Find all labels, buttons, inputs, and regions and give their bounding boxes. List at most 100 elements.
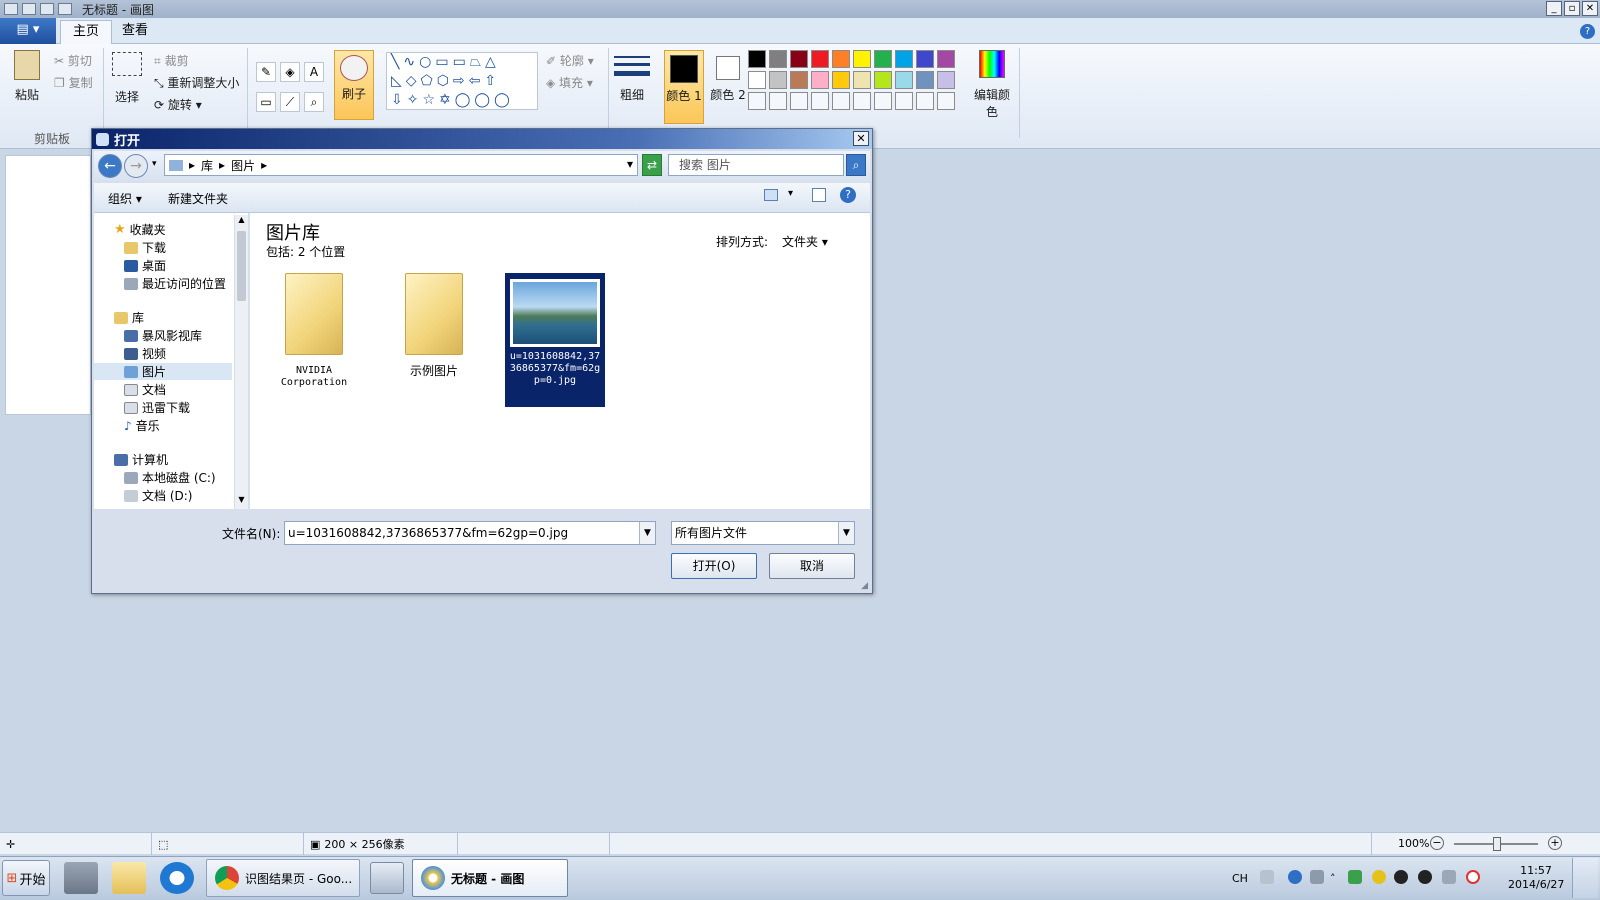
color-swatch[interactable] — [895, 71, 913, 89]
color-swatch[interactable] — [790, 50, 808, 68]
qq-icon[interactable] — [1418, 870, 1432, 884]
custom-color-slot[interactable] — [790, 92, 808, 110]
rotate-button[interactable]: ⟳ 旋转 ▾ — [154, 96, 202, 113]
nav-item-xunlei[interactable]: 迅雷下载 — [124, 399, 190, 416]
forward-button[interactable]: → — [124, 154, 148, 178]
pencil-icon[interactable]: ✎ — [256, 62, 276, 82]
help-icon[interactable]: ? — [1580, 24, 1595, 39]
custom-color-slot[interactable] — [769, 92, 787, 110]
back-button[interactable]: ← — [98, 154, 122, 178]
dialog-close-button[interactable]: ✕ — [853, 131, 869, 146]
fill-bucket-icon[interactable]: ◈ — [280, 62, 300, 82]
filename-dropdown[interactable]: ▼ — [639, 522, 655, 544]
custom-color-slot[interactable] — [874, 92, 892, 110]
breadcrumb-pictures[interactable]: 图片 — [231, 157, 255, 174]
color-swatch[interactable] — [916, 50, 934, 68]
color2-button[interactable]: 颜色 2 — [708, 50, 748, 124]
nav-item-videos[interactable]: 视频 — [124, 345, 166, 362]
sort-dropdown[interactable]: 文件夹 ▾ — [782, 233, 828, 250]
text-icon[interactable]: A — [304, 62, 324, 82]
help-tray-icon[interactable] — [1288, 870, 1302, 884]
scroll-thumb[interactable] — [237, 231, 246, 301]
color1-button[interactable]: 颜色 1 — [664, 50, 704, 124]
close-button[interactable]: ✕ — [1582, 1, 1598, 16]
scroll-up-arrow[interactable]: ▲ — [235, 215, 248, 229]
explorer-icon[interactable] — [112, 862, 146, 894]
filename-input[interactable]: u=1031608842,3736865377&fm=62gp=0.jpg ▼ — [284, 521, 656, 545]
pinned-app-icon[interactable] — [64, 862, 98, 894]
color-swatch[interactable] — [874, 50, 892, 68]
show-desktop-button[interactable] — [1572, 858, 1598, 898]
nav-item-drive-d[interactable]: 文档 (D:) — [124, 487, 192, 504]
fill-button[interactable]: ◈ 填充 ▾ — [546, 74, 593, 91]
custom-color-slot[interactable] — [937, 92, 955, 110]
save-icon[interactable] — [22, 3, 36, 15]
tab-view[interactable]: 查看 — [110, 20, 160, 44]
color-swatch[interactable] — [874, 71, 892, 89]
address-dropdown[interactable]: ▾ — [627, 157, 633, 171]
clock[interactable]: 11:57 2014/6/27 — [1508, 864, 1564, 892]
drawing-canvas[interactable] — [5, 155, 91, 415]
color-swatch[interactable] — [937, 71, 955, 89]
custom-color-slot[interactable] — [832, 92, 850, 110]
nav-item-baofeng[interactable]: 暴风影视库 — [124, 327, 202, 344]
preview-pane-icon[interactable] — [812, 188, 826, 202]
network-icon[interactable] — [1442, 870, 1456, 884]
color-swatch[interactable] — [832, 50, 850, 68]
nav-item-desktop[interactable]: 桌面 — [124, 257, 166, 274]
outline-button[interactable]: ✐ 轮廓 ▾ — [546, 52, 594, 69]
qq-icon[interactable] — [1394, 870, 1408, 884]
color-swatch[interactable] — [748, 50, 766, 68]
address-bar[interactable]: ▸ 库 ▸ 图片 ▸ ▾ — [164, 154, 638, 176]
calculator-icon[interactable] — [370, 862, 404, 894]
color-swatch[interactable] — [811, 50, 829, 68]
recent-pages-dropdown[interactable]: ▾ — [152, 159, 157, 169]
change-view-icon[interactable] — [764, 189, 778, 201]
keyboard-icon[interactable] — [1260, 870, 1274, 884]
nav-item-documents[interactable]: 文档 — [124, 381, 166, 398]
paste-button[interactable]: 粘贴 — [10, 50, 44, 120]
redo-icon[interactable] — [58, 3, 72, 15]
custom-color-slot[interactable] — [853, 92, 871, 110]
cancel-button[interactable]: 取消 — [769, 553, 855, 579]
crop-button[interactable]: ⌗ 裁剪 — [154, 52, 189, 69]
search-icon[interactable]: ⌕ — [846, 154, 866, 176]
custom-color-slot[interactable] — [916, 92, 934, 110]
minimize-button[interactable]: _ — [1546, 1, 1562, 16]
zoom-out-button[interactable]: − — [1430, 836, 1444, 850]
nav-item-drive-c[interactable]: 本地磁盘 (C:) — [124, 469, 216, 486]
shapes-gallery[interactable]: ╲∿○▭▭⏢△ ◺◇⬠⬡⇨⇦⇧ ⇩✧☆✡◯◯◯ — [386, 52, 538, 110]
color-swatch[interactable] — [811, 71, 829, 89]
nav-item-pictures[interactable]: 图片 — [94, 363, 232, 380]
volume-muted-icon[interactable] — [1466, 870, 1480, 884]
paint-app-icon[interactable] — [4, 3, 18, 15]
app-menu-button[interactable]: ▤ ▾ — [0, 18, 56, 44]
file-item-jpg-selected[interactable]: u=1031608842,3736865377&fm=62gp=0.jpg — [505, 273, 605, 407]
color-swatch[interactable] — [916, 71, 934, 89]
organize-button[interactable]: 组织 ▾ — [108, 190, 142, 207]
eraser-icon[interactable]: ▭ — [256, 92, 276, 112]
language-indicator[interactable]: CH — [1232, 872, 1248, 885]
breadcrumb-libraries[interactable]: 库 — [201, 157, 213, 174]
select-button[interactable]: 选择 — [110, 52, 144, 122]
nav-computer[interactable]: 计算机 — [114, 451, 168, 468]
file-item-nvidia[interactable]: NVIDIA Corporation — [264, 273, 364, 389]
nav-favorites[interactable]: ★ 收藏夹 — [114, 221, 166, 238]
nav-item-music[interactable]: ♪ 音乐 — [124, 417, 160, 434]
nav-libraries[interactable]: 库 — [114, 309, 144, 326]
open-button[interactable]: 打开(O) — [671, 553, 757, 579]
color-swatch[interactable] — [895, 50, 913, 68]
zoom-in-button[interactable]: + — [1548, 836, 1562, 850]
nav-scrollbar[interactable]: ▲ ▼ — [234, 215, 248, 509]
color-swatch[interactable] — [769, 50, 787, 68]
magnifier-icon[interactable]: ⌕ — [304, 92, 324, 112]
edit-colors-button[interactable]: 编辑颜色 — [970, 50, 1014, 120]
color-swatch[interactable] — [748, 71, 766, 89]
color-picker-icon[interactable]: ⟋ — [280, 92, 300, 112]
color-swatch[interactable] — [790, 71, 808, 89]
nav-item-downloads[interactable]: 下载 — [124, 239, 166, 256]
nav-item-recent[interactable]: 最近访问的位置 — [124, 275, 226, 292]
start-button[interactable]: ⊞ 开始 — [2, 860, 50, 896]
color-swatch[interactable] — [769, 71, 787, 89]
view-options-dropdown[interactable]: ▾ — [788, 188, 793, 199]
